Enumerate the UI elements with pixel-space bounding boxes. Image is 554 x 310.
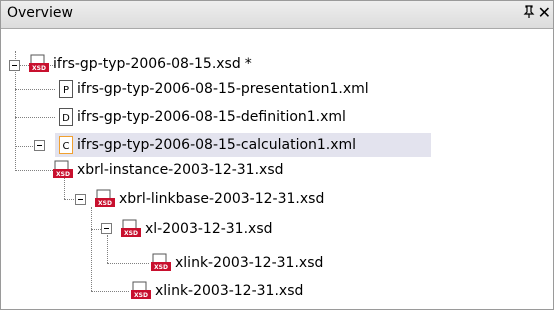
svg-text:XSD: XSD [98,200,112,207]
tree-node-label: xbrl-instance-2003-12-31.xsd [77,162,284,178]
definition-linkbase-icon: D [59,108,73,126]
tree-node-label: xlink-2003-12-31.xsd [155,283,304,299]
tree-node-label: ifrs-gp-typ-2006-08-15.xsd * [53,56,252,72]
tree-node-label: ifrs-gp-typ-2006-08-15-presentation1.xml [77,81,369,97]
xsd-file-icon: XSD [131,281,151,301]
collapse-toggle-icon[interactable] [101,223,112,234]
tree-connector [15,89,55,90]
tree-connector [15,117,55,118]
collapse-toggle-icon[interactable] [9,60,20,71]
overview-panel: Overview ✕ XSD ifrs-gp-typ-2006-08-15.xs… [0,0,554,310]
tree-connector [91,291,129,292]
xsd-file-icon: XSD [29,54,49,74]
xsd-file-icon: XSD [121,219,141,239]
tree-node-label: ifrs-gp-typ-2006-08-15-definition1.xml [77,109,346,125]
presentation-linkbase-icon: P [59,80,73,98]
svg-text:D: D [62,113,70,124]
xsd-file-icon: XSD [53,160,73,180]
tree-view[interactable]: XSD ifrs-gp-typ-2006-08-15.xsd * P ifrs-g… [1,29,553,309]
tree-connector [107,235,108,263]
collapse-toggle-icon[interactable] [75,194,86,205]
tree-node-xlink[interactable]: XSD xlink-2003-12-31.xsd [127,279,547,303]
tree-node-definition[interactable]: D ifrs-gp-typ-2006-08-15-definition1.xml [55,105,475,129]
calculation-linkbase-icon: C [59,136,73,154]
panel-title: Overview [7,5,73,21]
xsd-file-icon: XSD [95,189,115,209]
svg-text:XSD: XSD [134,292,148,299]
tree-node-xbrl-linkbase[interactable]: XSD xbrl-linkbase-2003-12-31.xsd [91,187,511,211]
close-icon[interactable]: ✕ [538,3,551,22]
tree-node-root[interactable]: XSD ifrs-gp-typ-2006-08-15.xsd * [25,52,445,76]
tree-node-label: xbrl-linkbase-2003-12-31.xsd [119,191,325,207]
svg-text:XSD: XSD [32,65,46,72]
collapse-toggle-icon[interactable] [34,140,45,151]
tree-node-label: xlink-2003-12-31.xsd [175,255,324,271]
tree-connector [91,207,92,291]
svg-text:P: P [63,85,69,96]
tree-node-presentation[interactable]: P ifrs-gp-typ-2006-08-15-presentation1.x… [55,77,475,101]
pin-icon[interactable] [523,5,535,23]
tree-node-xl[interactable]: XSD xl-2003-12-31.xsd [117,217,537,241]
tree-node-calculation[interactable]: C ifrs-gp-typ-2006-08-15-calculation1.xm… [55,133,431,157]
panel-titlebar: Overview ✕ [1,1,553,29]
tree-node-xlink-nested[interactable]: XSD xlink-2003-12-31.xsd [147,251,547,275]
svg-text:C: C [63,141,70,152]
svg-text:XSD: XSD [154,264,168,271]
tree-node-xbrl-instance[interactable]: XSD xbrl-instance-2003-12-31.xsd [49,158,469,182]
tree-connector [107,263,149,264]
tree-node-label: ifrs-gp-typ-2006-08-15-calculation1.xml [77,137,357,153]
tree-node-label: xl-2003-12-31.xsd [145,221,273,237]
svg-text:XSD: XSD [56,171,70,178]
xsd-file-icon: XSD [151,253,171,273]
svg-text:XSD: XSD [124,230,138,237]
